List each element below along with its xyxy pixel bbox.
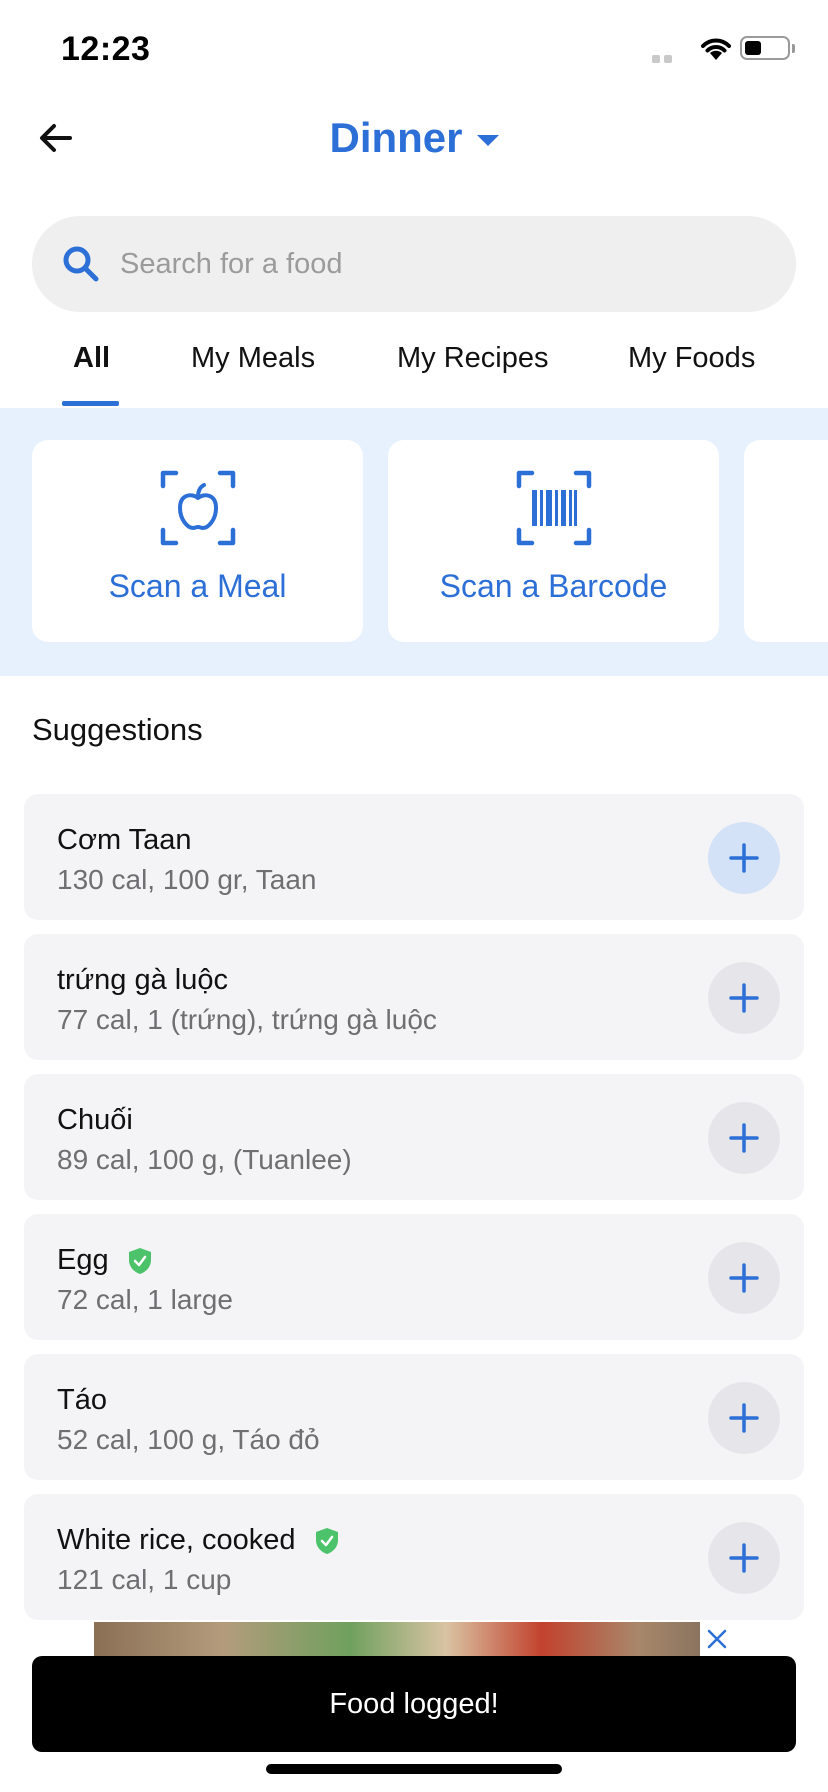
food-detail: 77 cal, 1 (trứng), trứng gà luộc: [57, 1004, 437, 1035]
food-detail: 130 cal, 100 gr, Taan: [57, 864, 317, 895]
battery-tip: [792, 44, 795, 53]
toast-message: Food logged!: [329, 1687, 499, 1720]
battery-icon: [740, 36, 790, 60]
ad-close-button[interactable]: [700, 1622, 734, 1656]
food-detail: 121 cal, 1 cup: [57, 1564, 232, 1595]
food-name: White rice, cooked: [57, 1524, 296, 1556]
food-item[interactable]: Táo 52 cal, 100 g, Táo đỏ: [24, 1354, 804, 1480]
barcode-scan-icon: [516, 470, 591, 546]
meal-title: Dinner: [329, 114, 463, 161]
status-time: 12:23: [61, 30, 151, 68]
food-item[interactable]: White rice, cooked 121 cal, 1 cup: [24, 1494, 804, 1620]
suggestions-list: Cơm Taan 130 cal, 100 gr, Taan trứng gà …: [24, 794, 804, 1634]
search-icon: [63, 246, 99, 282]
plus-icon: [729, 1263, 759, 1293]
search-bar[interactable]: [32, 216, 796, 312]
plus-icon: [729, 983, 759, 1013]
ad-banner[interactable]: [94, 1622, 734, 1656]
add-food-button[interactable]: [708, 1382, 780, 1454]
food-item[interactable]: trứng gà luộc 77 cal, 1 (trứng), trứng g…: [24, 934, 804, 1060]
wifi-icon: [701, 38, 731, 60]
plus-icon: [729, 843, 759, 873]
meal-selector-wrapper: Dinner: [0, 108, 828, 168]
food-name: Chuối: [57, 1104, 133, 1136]
verified-shield-icon: [315, 1527, 338, 1554]
food-name: Táo: [57, 1384, 107, 1416]
food-name-row: trứng gà luộc: [57, 964, 228, 997]
food-name: trứng gà luộc: [57, 964, 228, 996]
add-food-button[interactable]: [708, 1522, 780, 1594]
food-name-row: Cơm Taan: [57, 824, 192, 857]
tab-bar: All My Meals My Recipes My Foods: [0, 332, 828, 408]
food-name-row: Egg: [57, 1244, 153, 1277]
scan-barcode-label: Scan a Barcode: [439, 568, 668, 604]
suggestions-title: Suggestions: [32, 712, 203, 747]
close-icon: [707, 1629, 727, 1649]
food-detail: 52 cal, 100 g, Táo đỏ: [57, 1424, 320, 1455]
food-item[interactable]: Cơm Taan 130 cal, 100 gr, Taan: [24, 794, 804, 920]
scan-meal-label: Scan a Meal: [108, 568, 287, 604]
verified-shield-icon: [128, 1247, 151, 1274]
status-bar: 12:23: [0, 0, 828, 100]
scan-barcode-card[interactable]: Scan a Barcode: [388, 440, 719, 642]
add-food-button[interactable]: [708, 962, 780, 1034]
battery-level: [745, 41, 761, 55]
food-item[interactable]: Chuối 89 cal, 100 g, (Tuanlee): [24, 1074, 804, 1200]
food-name-row: White rice, cooked: [57, 1524, 340, 1557]
plus-icon: [729, 1543, 759, 1573]
cellular-signal-icon: [652, 50, 692, 63]
food-name-row: Táo: [57, 1384, 107, 1417]
tab-all[interactable]: All: [73, 342, 110, 375]
plus-icon: [729, 1123, 759, 1153]
food-name-row: Chuối: [57, 1104, 133, 1137]
tab-my-meals[interactable]: My Meals: [191, 342, 315, 375]
meal-selector[interactable]: Dinner: [329, 114, 499, 162]
apple-scan-icon: [160, 470, 235, 546]
arrow-left-icon: [40, 124, 72, 152]
food-item[interactable]: Egg 72 cal, 1 large: [24, 1214, 804, 1340]
scan-options: Scan a Meal Scan a Barcode: [0, 408, 828, 676]
add-food-button[interactable]: [708, 1242, 780, 1314]
food-detail: 72 cal, 1 large: [57, 1284, 233, 1315]
add-food-button[interactable]: [708, 822, 780, 894]
caret-down-icon: [476, 134, 499, 146]
scan-meal-card[interactable]: Scan a Meal: [32, 440, 363, 642]
scan-card-offscreen[interactable]: [744, 440, 828, 642]
toast: Food logged!: [32, 1656, 796, 1752]
active-tab-indicator: [62, 401, 119, 406]
plus-icon: [729, 1403, 759, 1433]
add-food-button[interactable]: [708, 1102, 780, 1174]
food-name: Egg: [57, 1244, 109, 1276]
food-detail: 89 cal, 100 g, (Tuanlee): [57, 1144, 352, 1175]
tab-my-foods[interactable]: My Foods: [628, 342, 755, 375]
food-name: Cơm Taan: [57, 824, 192, 856]
back-button[interactable]: [30, 112, 82, 164]
search-input[interactable]: [120, 247, 720, 281]
home-indicator[interactable]: [266, 1764, 562, 1774]
tab-my-recipes[interactable]: My Recipes: [397, 342, 549, 375]
